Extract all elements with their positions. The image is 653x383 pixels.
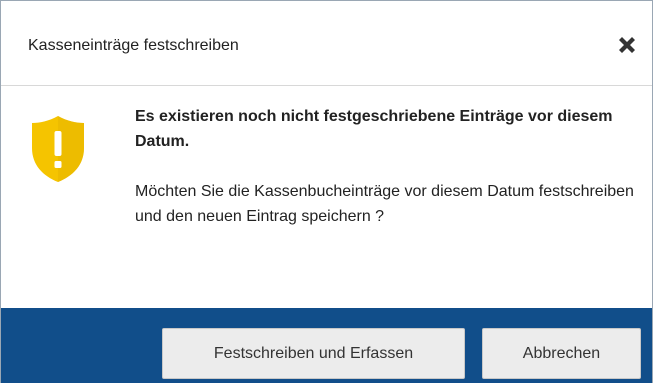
dialog-title: Kasseneinträge festschreiben: [28, 37, 239, 54]
warning-message: Es existieren noch nicht festgeschrieben…: [135, 108, 613, 150]
dialog-footer: Festschreiben und Erfassen Abbrechen: [1, 308, 652, 383]
close-icon[interactable]: [614, 32, 640, 58]
dialog-header: Kasseneinträge festschreiben: [1, 1, 652, 86]
confirm-button[interactable]: Festschreiben und Erfassen: [162, 328, 465, 379]
shield-exclamation-icon: [29, 114, 87, 184]
dialog-body: Es existieren noch nicht festgeschrieben…: [1, 86, 652, 309]
confirm-dialog: Kasseneinträge festschreiben Es existier…: [0, 0, 653, 383]
question-message: Möchten Sie die Kassenbucheinträge vor d…: [135, 183, 634, 225]
cancel-button[interactable]: Abbrechen: [482, 328, 641, 379]
dialog-message: Es existieren noch nicht festgeschrieben…: [135, 104, 635, 229]
